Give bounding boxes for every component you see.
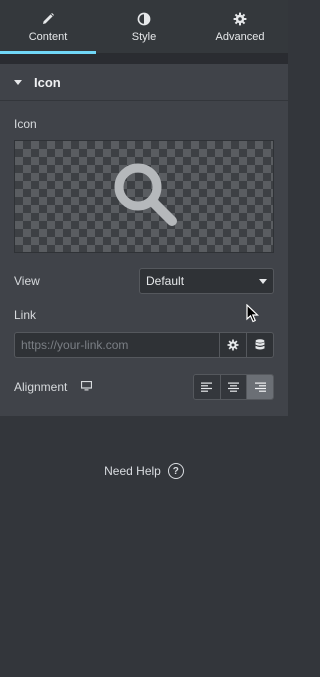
pencil-icon <box>41 12 55 26</box>
tab-content[interactable]: Content <box>0 0 96 54</box>
search-icon <box>114 163 177 226</box>
desktop-icon[interactable] <box>81 381 92 391</box>
tab-style[interactable]: Style <box>96 0 192 53</box>
caret-down-icon <box>14 79 22 85</box>
gear-icon <box>227 339 239 351</box>
gear-icon <box>233 12 247 26</box>
align-center-button[interactable] <box>219 375 247 399</box>
tab-advanced-label: Advanced <box>215 31 265 43</box>
tab-content-label: Content <box>28 31 68 43</box>
contrast-icon <box>137 12 151 26</box>
mouse-cursor-icon <box>246 304 259 323</box>
panel-tabs: Content Style Advanced <box>0 0 288 54</box>
view-label: View <box>14 274 40 288</box>
view-select[interactable]: Default <box>139 268 274 294</box>
section-title: Icon <box>34 74 61 90</box>
align-left-icon <box>201 382 213 392</box>
icon-label: Icon <box>14 117 37 131</box>
align-center-icon <box>228 382 239 392</box>
align-left-button[interactable] <box>194 375 220 399</box>
link-field-group <box>14 332 274 358</box>
dynamic-tags-button[interactable] <box>246 333 273 357</box>
icon-section: Icon Icon View Default Link Alignment <box>0 64 288 416</box>
alignment-control <box>193 374 274 400</box>
chevron-down-icon <box>259 279 267 284</box>
link-label: Link <box>14 308 37 322</box>
tab-style-label: Style <box>131 31 157 43</box>
view-select-value: Default <box>146 274 185 288</box>
database-icon <box>255 339 265 350</box>
link-options-button[interactable] <box>219 333 246 357</box>
tabs-divider <box>0 54 288 64</box>
link-input[interactable] <box>15 333 219 357</box>
alignment-label: Alignment <box>14 380 68 394</box>
icon-preview-picker[interactable] <box>14 140 274 253</box>
align-right-button[interactable] <box>246 375 273 399</box>
section-header[interactable]: Icon <box>0 64 288 101</box>
align-right-icon <box>254 382 266 392</box>
need-help-label: Need Help <box>104 464 161 478</box>
tab-advanced[interactable]: Advanced <box>192 0 288 53</box>
need-help-link[interactable]: Need Help ? <box>0 463 288 479</box>
question-icon: ? <box>167 463 184 479</box>
